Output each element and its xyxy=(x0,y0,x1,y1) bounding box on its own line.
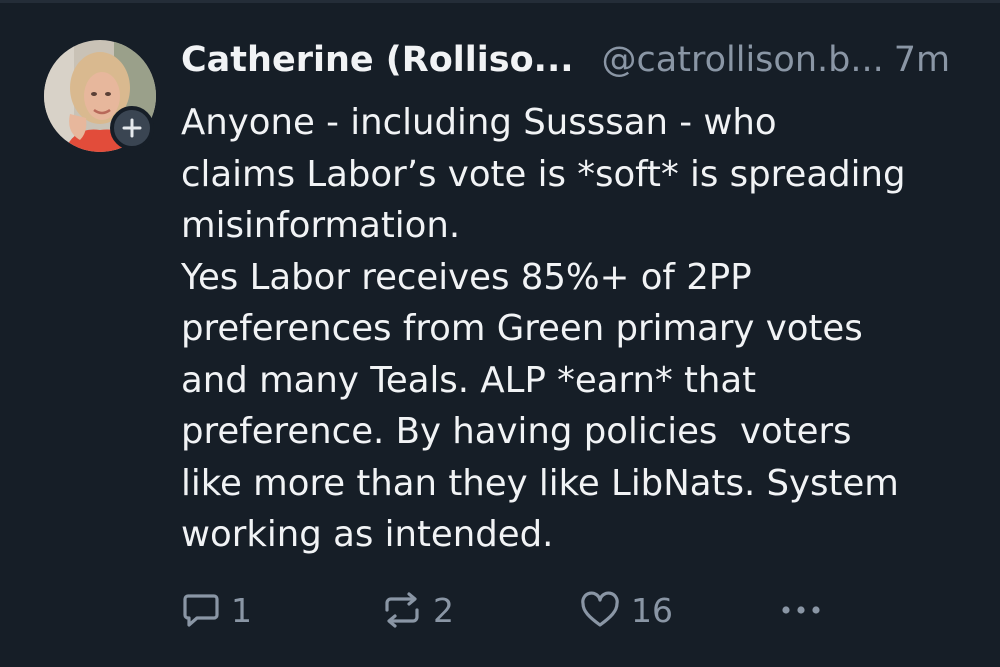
more-options-icon xyxy=(777,590,825,630)
repost-button[interactable]: 2 xyxy=(381,588,454,632)
author-handle[interactable]: @catrollison.b... xyxy=(602,40,884,80)
reply-count: 1 xyxy=(231,590,252,630)
author-avatar-container xyxy=(44,40,156,152)
repost-icon xyxy=(381,590,423,630)
follow-button[interactable] xyxy=(110,106,154,150)
reply-button[interactable]: 1 xyxy=(181,588,252,632)
post-actions: 1 2 16 xyxy=(181,588,831,632)
reply-icon xyxy=(181,590,221,630)
repost-count: 2 xyxy=(433,590,454,630)
author-display-name[interactable]: Catherine (Rolliso... xyxy=(181,40,574,80)
post-timestamp[interactable]: 7m xyxy=(894,40,950,80)
plus-icon xyxy=(122,118,142,138)
more-options-button[interactable] xyxy=(777,588,825,632)
post-header: Catherine (Rolliso... @catrollison.b... … xyxy=(181,40,971,86)
post-body: Anyone - including Susssan - who claims … xyxy=(181,102,906,555)
post[interactable]: Catherine (Rolliso... @catrollison.b... … xyxy=(0,0,1000,667)
heart-icon xyxy=(579,590,621,630)
like-button[interactable]: 16 xyxy=(579,588,673,632)
like-count: 16 xyxy=(631,590,673,630)
